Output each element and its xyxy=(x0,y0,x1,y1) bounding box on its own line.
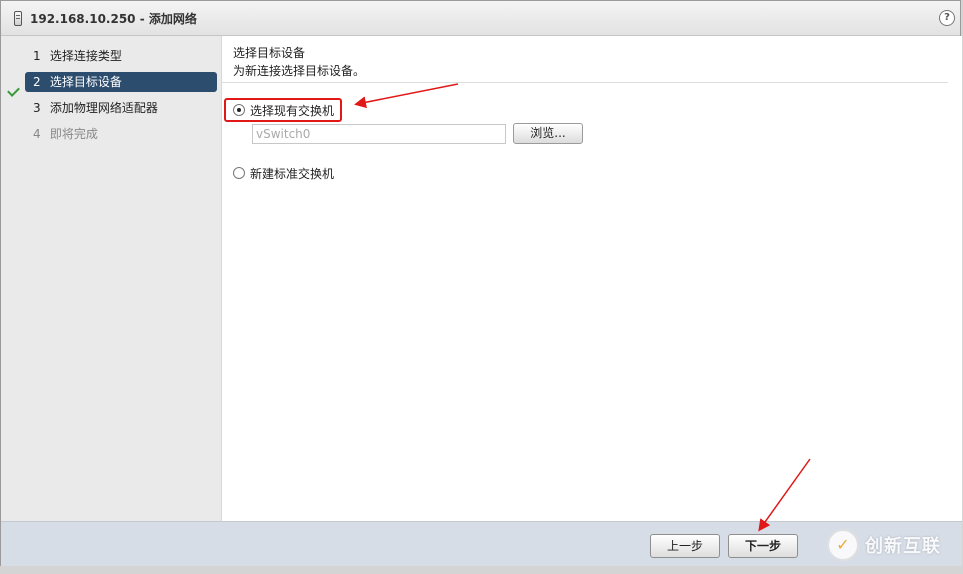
step-number: 4 xyxy=(33,127,41,141)
step-1[interactable]: 1 选择连接类型 xyxy=(25,46,217,66)
step-3[interactable]: 3 添加物理网络适配器 xyxy=(25,98,217,118)
step-label: 选择目标设备 xyxy=(49,75,122,89)
watermark-logo: ✓ 创新互联 xyxy=(827,529,941,561)
browse-button[interactable]: 浏览... xyxy=(513,123,583,144)
step-label: 选择连接类型 xyxy=(49,49,122,63)
page-description: 为新连接选择目标设备。 xyxy=(233,64,366,78)
host-icon xyxy=(14,10,22,26)
dialog-footer: 上一步 下一步 ✓ 创新互联 xyxy=(1,521,962,566)
next-button[interactable]: 下一步 xyxy=(728,534,798,558)
help-icon[interactable]: ? xyxy=(939,10,955,26)
step-label: 添加物理网络适配器 xyxy=(49,101,158,115)
step-number: 3 xyxy=(33,101,41,115)
switch-name-input[interactable] xyxy=(252,124,506,144)
checkmark-icon xyxy=(7,84,20,97)
header-divider xyxy=(222,82,948,83)
step-2[interactable]: 2 选择目标设备 xyxy=(25,72,217,92)
brand-logo-icon: ✓ xyxy=(827,529,859,561)
existing-switch-label[interactable]: 选择现有交换机 xyxy=(250,102,334,119)
content-panel: 选择目标设备 为新连接选择目标设备。 选择现有交换机 浏览... 新建标准交换机 xyxy=(222,36,962,521)
back-button[interactable]: 上一步 xyxy=(650,534,720,558)
step-4: 4 即将完成 xyxy=(25,124,217,144)
wizard-steps: 1 选择连接类型 2 选择目标设备 3 添加物理网络适配器 4 即将完成 xyxy=(1,36,222,521)
step-label: 即将完成 xyxy=(49,127,98,141)
new-switch-label[interactable]: 新建标准交换机 xyxy=(250,165,334,182)
add-network-dialog: 192.168.10.250 - 添加网络 ? 1 选择连接类型 2 选择目标设… xyxy=(0,0,962,566)
existing-switch-radio[interactable] xyxy=(233,104,245,116)
title-bar: 192.168.10.250 - 添加网络 ? xyxy=(1,1,960,36)
watermark-text: 创新互联 xyxy=(865,536,941,557)
new-switch-radio[interactable] xyxy=(233,167,245,179)
dialog-title: 192.168.10.250 - 添加网络 xyxy=(30,11,197,26)
step-number: 1 xyxy=(33,49,41,63)
step-number: 2 xyxy=(33,75,41,89)
page-title: 选择目标设备 xyxy=(233,46,306,60)
